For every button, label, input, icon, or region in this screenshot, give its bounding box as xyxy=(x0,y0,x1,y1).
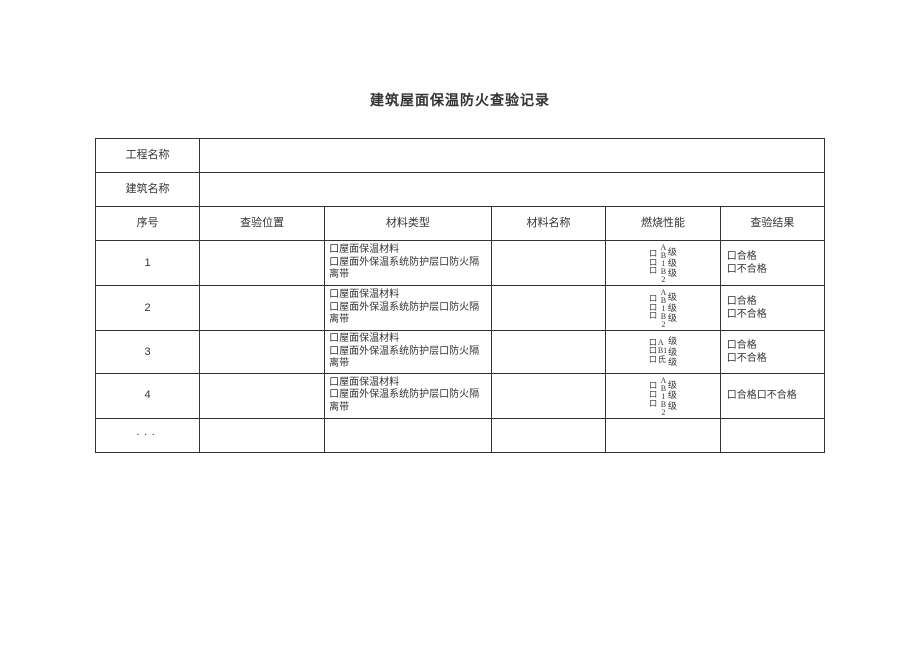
result-inline[interactable]: 口合格口不合格 xyxy=(727,390,797,401)
col-header-material-type: 材料类型 xyxy=(325,207,492,241)
perf-grade: 级 xyxy=(668,401,677,411)
result-cell[interactable]: 口合格 口不合格 xyxy=(720,241,824,286)
seq-cell: 2 xyxy=(96,286,200,331)
table-row: 3 口屋面保温材料 口屋面外保温系统防护层口防火隔离带 口 口 口 A B1 xyxy=(96,331,825,374)
location-cell[interactable] xyxy=(200,373,325,418)
perf-grade: 级 xyxy=(668,380,677,390)
project-name-label: 工程名称 xyxy=(96,139,200,173)
building-name-value[interactable] xyxy=(200,173,825,207)
material-name-cell[interactable] xyxy=(491,241,606,286)
performance-cell[interactable]: 口 口 口 A B1 氏 级 级 级 xyxy=(606,331,721,374)
material-type-opt2[interactable]: 口屋面外保温系统防护层口防火隔离带 xyxy=(329,257,487,282)
col-header-performance: 燃烧性能 xyxy=(606,207,721,241)
performance-cell[interactable]: 口 口 口 AB1B2 级 级 级 xyxy=(606,241,721,286)
empty-cell xyxy=(606,418,721,452)
material-type-cell[interactable]: 口屋面保温材料 口屋面外保温系统防护层口防火隔离带 xyxy=(325,331,492,374)
empty-cell xyxy=(200,418,325,452)
building-name-row: 建筑名称 xyxy=(96,173,825,207)
result-cell[interactable]: 口合格口不合格 xyxy=(720,373,824,418)
empty-cell xyxy=(720,418,824,452)
perf-grade: 级 xyxy=(668,347,677,357)
perf-grade: 级 xyxy=(668,390,677,400)
material-name-cell[interactable] xyxy=(491,373,606,418)
perf-level-c: 氏 xyxy=(658,356,667,365)
ellipsis-cell: ··· xyxy=(96,418,200,452)
checkbox-icon[interactable]: 口 xyxy=(649,312,657,321)
result-cell[interactable]: 口合格 口不合格 xyxy=(720,331,824,374)
checkbox-icon[interactable]: 口 xyxy=(649,356,657,365)
performance-cell[interactable]: 口 口 口 AB1B2 级 级 级 xyxy=(606,373,721,418)
table-row: 2 口屋面保温材料 口屋面外保温系统防护层口防火隔离带 口 口 口 AB1B2 xyxy=(96,286,825,331)
perf-vert-levels: AB1B2 xyxy=(658,376,667,416)
col-header-location: 查验位置 xyxy=(200,207,325,241)
empty-cell xyxy=(325,418,492,452)
perf-grade: 级 xyxy=(668,336,677,346)
table-row: 4 口屋面保温材料 口屋面外保温系统防护层口防火隔离带 口 口 口 AB1B2 xyxy=(96,373,825,418)
location-cell[interactable] xyxy=(200,241,325,286)
perf-vert-levels: AB1B2 xyxy=(658,243,667,283)
material-type-opt2[interactable]: 口屋面外保温系统防护层口防火隔离带 xyxy=(329,346,487,371)
col-header-seq: 序号 xyxy=(96,207,200,241)
ellipsis-row: ··· xyxy=(96,418,825,452)
result-pass[interactable]: 口合格 xyxy=(727,250,818,263)
project-name-row: 工程名称 xyxy=(96,139,825,173)
result-fail[interactable]: 口不合格 xyxy=(727,308,818,321)
empty-cell xyxy=(491,418,606,452)
table-row: 1 口屋面保温材料 口屋面外保温系统防护层口防火隔离带 口 口 口 AB1B2 xyxy=(96,241,825,286)
material-name-cell[interactable] xyxy=(491,331,606,374)
col-header-material-name: 材料名称 xyxy=(491,207,606,241)
building-name-label: 建筑名称 xyxy=(96,173,200,207)
material-type-cell[interactable]: 口屋面保温材料 口屋面外保温系统防护层口防火隔离带 xyxy=(325,286,492,331)
material-type-opt1[interactable]: 口屋面保温材料 xyxy=(329,289,487,302)
perf-grade: 级 xyxy=(668,292,677,302)
inspection-table: 工程名称 建筑名称 序号 查验位置 材料类型 材料名称 燃烧性能 查验结果 1 … xyxy=(95,138,825,453)
seq-cell: 3 xyxy=(96,331,200,374)
perf-grade: 级 xyxy=(668,268,677,278)
perf-grade: 级 xyxy=(668,258,677,268)
perf-grade: 级 xyxy=(668,357,677,367)
seq-cell: 4 xyxy=(96,373,200,418)
result-fail[interactable]: 口不合格 xyxy=(727,352,818,365)
column-header-row: 序号 查验位置 材料类型 材料名称 燃烧性能 查验结果 xyxy=(96,207,825,241)
result-cell[interactable]: 口合格 口不合格 xyxy=(720,286,824,331)
material-type-cell[interactable]: 口屋面保温材料 口屋面外保温系统防护层口防火隔离带 xyxy=(325,373,492,418)
material-type-opt1[interactable]: 口屋面保温材料 xyxy=(329,333,487,346)
page-title: 建筑屋面保温防火查验记录 xyxy=(95,90,825,110)
result-pass[interactable]: 口合格 xyxy=(727,339,818,352)
material-type-cell[interactable]: 口屋面保温材料 口屋面外保温系统防护层口防火隔离带 xyxy=(325,241,492,286)
result-fail[interactable]: 口不合格 xyxy=(727,263,818,276)
performance-cell[interactable]: 口 口 口 AB1B2 级 级 级 xyxy=(606,286,721,331)
perf-grade: 级 xyxy=(668,303,677,313)
material-type-opt1[interactable]: 口屋面保温材料 xyxy=(329,244,487,257)
checkbox-icon[interactable]: 口 xyxy=(649,400,657,409)
material-name-cell[interactable] xyxy=(491,286,606,331)
location-cell[interactable] xyxy=(200,286,325,331)
location-cell[interactable] xyxy=(200,331,325,374)
project-name-value[interactable] xyxy=(200,139,825,173)
perf-vert-levels: AB1B2 xyxy=(658,288,667,328)
perf-grade: 级 xyxy=(668,313,677,323)
material-type-opt1[interactable]: 口屋面保温材料 xyxy=(329,377,487,390)
col-header-result: 查验结果 xyxy=(720,207,824,241)
perf-grade: 级 xyxy=(668,247,677,257)
seq-cell: 1 xyxy=(96,241,200,286)
material-type-opt2[interactable]: 口屋面外保温系统防护层口防火隔离带 xyxy=(329,302,487,327)
result-pass[interactable]: 口合格 xyxy=(727,295,818,308)
material-type-opt2[interactable]: 口屋面外保温系统防护层口防火隔离带 xyxy=(329,389,487,414)
checkbox-icon[interactable]: 口 xyxy=(649,267,657,276)
